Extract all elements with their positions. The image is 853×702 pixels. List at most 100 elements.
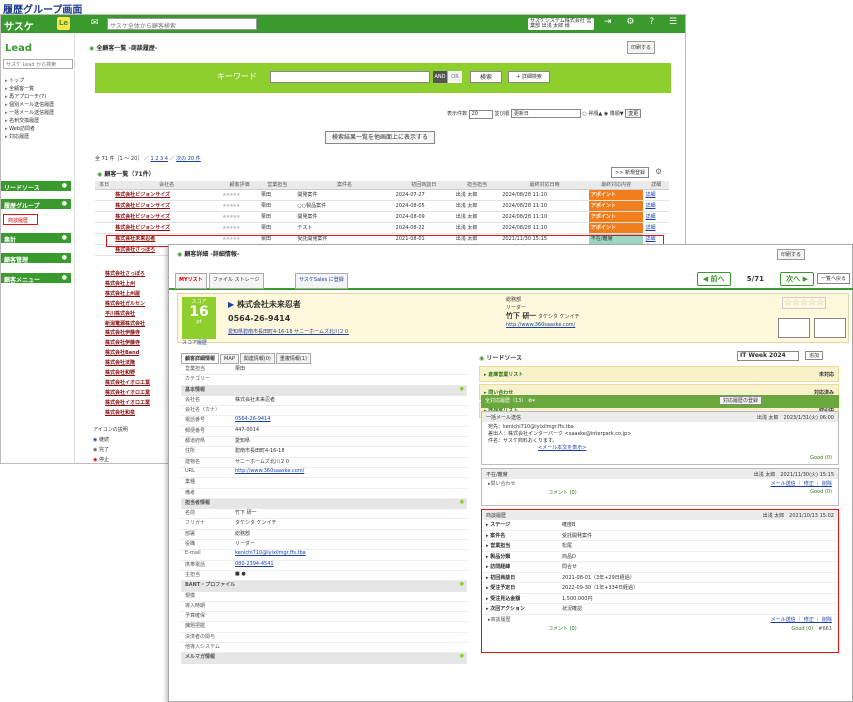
shodan-row: 訪問経緯問合せ [482, 562, 838, 573]
card-date: 2021/11/30(火) 15:15 [780, 471, 834, 478]
shodan-key: 案件名 [482, 532, 562, 539]
info-value: 総務部 [235, 530, 251, 537]
info-row: 会社名（カナ） [181, 406, 467, 417]
card-user: 出浅 太郎 [753, 471, 776, 478]
next-button[interactable]: 次へ ▶ [780, 272, 814, 286]
good-button[interactable]: Good (0) [810, 455, 832, 461]
history-card-mail: 一括メール送信 出浅 太郎 2023/1/31(火) 06:00 宛先：kenic… [481, 411, 839, 465]
score-unit: pt [196, 319, 202, 325]
info-value [235, 633, 467, 642]
info-row: 名前 竹下 研一 [181, 509, 467, 520]
shodan-key: 初回商談日 [482, 574, 562, 581]
card-links[interactable]: メール送信 ｜ 修正 ｜ 削除 [771, 480, 832, 487]
shodan-detail-rows: ステージ確度B案件名受託開発案件営業担当松尾製品分類商品D訪問経緯問合せ初回商談… [482, 520, 838, 615]
info-value: 碧南市長田町4-16-18 [235, 448, 285, 455]
info-section[interactable]: メルマガ情報 [181, 653, 467, 664]
lead-add-button[interactable]: 追加 [805, 351, 824, 360]
card-type: 一括メール送信 [486, 414, 522, 421]
info-key: 会社名（カナ） [185, 407, 221, 414]
comment-button[interactable]: コメント (0) [488, 625, 577, 632]
info-value[interactable]: kenichi710@lyixilmgr.ffs.tba [235, 550, 467, 559]
history-header: 全対応履歴（13） ⚙▾ 対応履歴の登録 [481, 395, 839, 408]
card-date: 2021/10/13 15:02 [789, 512, 834, 519]
settings-icon[interactable]: ⚙▾ [528, 398, 535, 404]
info-key: 会社名 [185, 396, 201, 403]
lead-source-select[interactable]: IT Week 2024 [737, 351, 799, 361]
mail-from: 差出人：株式会社インターパーク <saaske@interpark.co.jp> [488, 431, 632, 437]
history-card-absent: 不在/離席 出浅 太郎 2021/11/30(火) 15:15 ▸問い合わせ メール… [481, 468, 839, 506]
lead-row[interactable]: 倉庫営業リスト 未対応 [479, 366, 839, 382]
info-tab[interactable]: 関連情報(0) [239, 353, 275, 364]
rating-stars[interactable]: ☆☆☆☆☆ [782, 297, 827, 309]
info-row: 営業担当 栗田 [181, 365, 467, 376]
card-links[interactable]: メール送信 ｜ 修正 ｜ 削除 [771, 616, 832, 623]
info-tab[interactable]: MAP [220, 354, 239, 364]
info-value[interactable]: 080-2394-4541 [235, 561, 467, 570]
page-number: 5/71 [746, 275, 764, 283]
detail-print-button[interactable]: 印刷する [777, 249, 806, 260]
info-section[interactable]: BANT・プロファイル [181, 581, 467, 592]
info-value[interactable]: http://www.360saaske.com/ [235, 468, 467, 477]
info-key: 導入時期 [185, 602, 206, 609]
comment-button[interactable]: コメント (0) [488, 489, 577, 496]
info-row: カテゴリー [181, 375, 467, 386]
company-tel[interactable]: 0564-26-9414 [228, 314, 290, 323]
info-row: 主担当 ■ ● [181, 571, 467, 582]
info-value [235, 602, 467, 611]
info-section[interactable]: 基本情報 [181, 385, 467, 396]
shodan-value: 2021-08-01（3年+29日経過） [562, 574, 635, 581]
info-value [235, 612, 467, 621]
customer-detail-window: ◉ 顧客詳細 -詳細情報- 印刷する MYリスト ファイル ストレージ サスケS… [168, 244, 853, 702]
history-title: 全対応履歴（13） [485, 398, 527, 404]
info-row: 電話番号 0564-26-9414 [181, 416, 467, 427]
shodan-row: 次回アクション状況確認 [482, 604, 838, 615]
card-sub: ▸問い合わせ [488, 481, 516, 487]
info-key: 予算確保 [185, 613, 206, 620]
person-dept: 総務部 [506, 297, 522, 303]
shodan-key: 製品分類 [482, 553, 562, 560]
info-row: 規模 [181, 592, 467, 602]
person-kana: タケシタ ケンイチ [538, 314, 580, 320]
company-summary: スコア 16 pt スコア履歴 株式会社未来忍者 0564-26-9414 愛知… [177, 293, 849, 346]
shodan-row: 受注見込金額1,500,000円 [482, 594, 838, 604]
back-to-list-button[interactable]: 一覧へ戻る [816, 273, 850, 284]
lead-name[interactable]: 倉庫営業リスト [484, 371, 523, 378]
info-section[interactable]: 担当者情報 [181, 498, 467, 510]
person-url[interactable]: http://www.360saaske.com/ [506, 321, 579, 329]
info-row: 他導入システム [181, 643, 467, 654]
info-row: 都道府県 愛知県 [181, 437, 467, 448]
info-key: 課題把握 [185, 623, 206, 630]
history-register-button[interactable]: 対応履歴の登録 [719, 396, 763, 405]
show-mail-link[interactable]: <メール本文を表示> [488, 445, 832, 452]
info-row: 決済者の関与 [181, 633, 467, 644]
good-button[interactable]: Good (0) [791, 626, 813, 632]
info-key: URL [185, 467, 195, 474]
tab-sales[interactable]: サスケSales に登録 [295, 273, 348, 289]
info-key: 住所 [185, 448, 196, 455]
person-name: 竹下 研一 [506, 312, 537, 320]
card-type: 商談履歴 [486, 512, 507, 519]
info-key: E-mail [185, 550, 201, 557]
score-history-link[interactable]: スコア履歴 [182, 339, 207, 346]
card-user: 出浅 太郎 [762, 512, 785, 519]
info-tab[interactable]: 重複情報(1) [275, 353, 311, 364]
shodan-row: 案件名受託開発案件 [482, 531, 838, 541]
info-row: 会社名 株式会社未来忍者 [181, 396, 467, 407]
shodan-value: 状況確認 [562, 606, 583, 613]
tab-file-storage[interactable]: ファイル ストレージ [209, 273, 264, 289]
shodan-row: ステージ確度B [482, 520, 838, 531]
info-row: URL http://www.360saaske.com/ [181, 467, 467, 479]
shodan-key: 受注見込金額 [482, 595, 562, 602]
prev-button[interactable]: ◀ 前へ [696, 272, 731, 286]
info-key: カテゴリー [185, 376, 211, 383]
info-key: 備考 [185, 489, 196, 496]
history-panel: 全対応履歴（13） ⚙▾ 対応履歴の登録 一括メール送信 出浅 太郎 2023/1… [481, 395, 839, 653]
shodan-value: 松尾 [562, 543, 573, 550]
info-value[interactable]: 0564-26-9414 [235, 416, 467, 425]
shodan-value: 商品D [562, 553, 576, 560]
good-button[interactable]: Good (0) [810, 489, 832, 496]
company-address[interactable]: 愛知県碧南市長田町4-16-18 サニーホームズ北川２０ [228, 328, 349, 335]
info-tab[interactable]: 顧客詳細情報 [181, 353, 220, 364]
tab-mylist[interactable]: MYリスト [175, 273, 207, 289]
detail-title: ◉ 顧客詳細 -詳細情報- [177, 251, 240, 258]
